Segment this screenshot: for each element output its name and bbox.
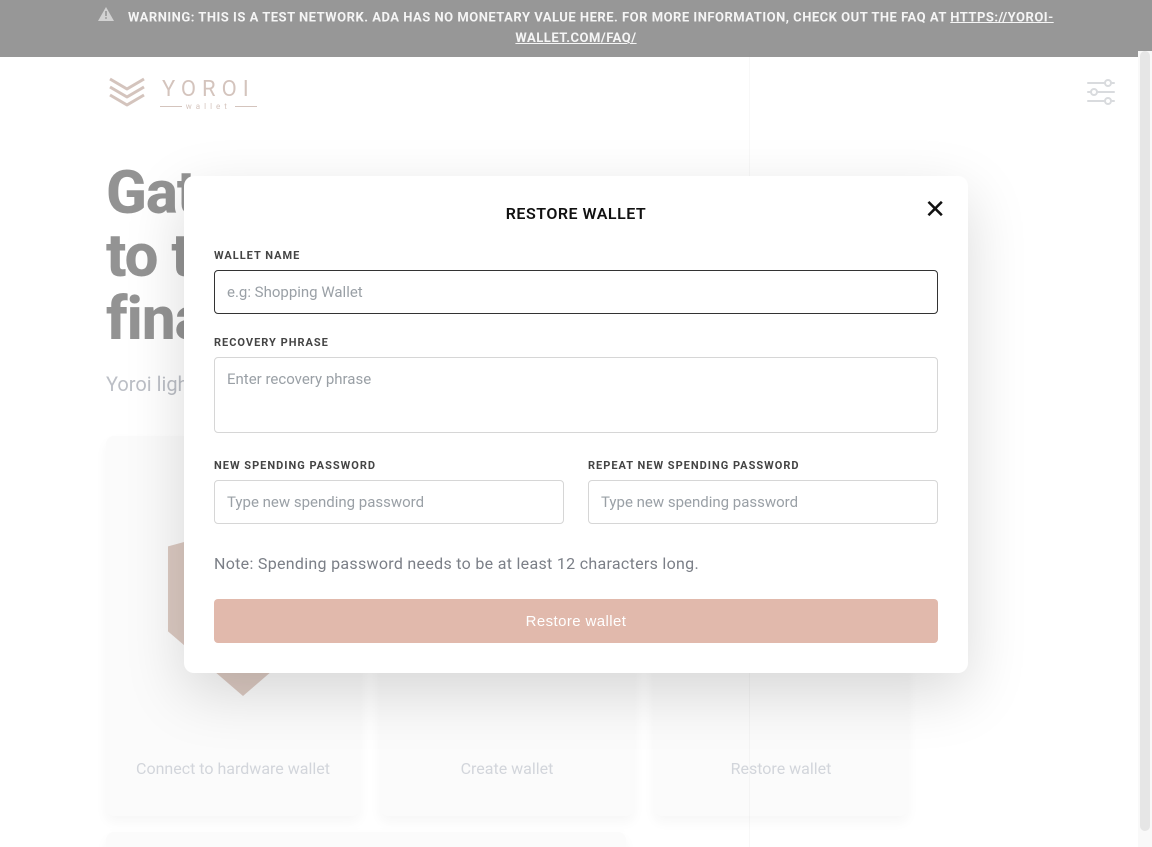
close-icon: ✕	[924, 194, 946, 224]
wallet-name-input[interactable]	[214, 270, 938, 314]
modal-close-button[interactable]: ✕	[924, 196, 946, 222]
repeat-password-label: REPEAT NEW SPENDING PASSWORD	[588, 459, 938, 472]
password-note: Note: Spending password needs to be at l…	[214, 554, 938, 573]
new-password-input[interactable]	[214, 480, 564, 524]
repeat-password-input[interactable]	[588, 480, 938, 524]
modal-title: RESTORE WALLET	[214, 204, 938, 223]
new-password-label: NEW SPENDING PASSWORD	[214, 459, 564, 472]
restore-wallet-modal: RESTORE WALLET ✕ WALLET NAME RECOVERY PH…	[184, 176, 968, 673]
wallet-name-label: WALLET NAME	[214, 249, 938, 262]
recovery-phrase-input[interactable]	[214, 357, 938, 433]
recovery-phrase-label: RECOVERY PHRASE	[214, 336, 938, 349]
restore-wallet-button[interactable]: Restore wallet	[214, 599, 938, 643]
